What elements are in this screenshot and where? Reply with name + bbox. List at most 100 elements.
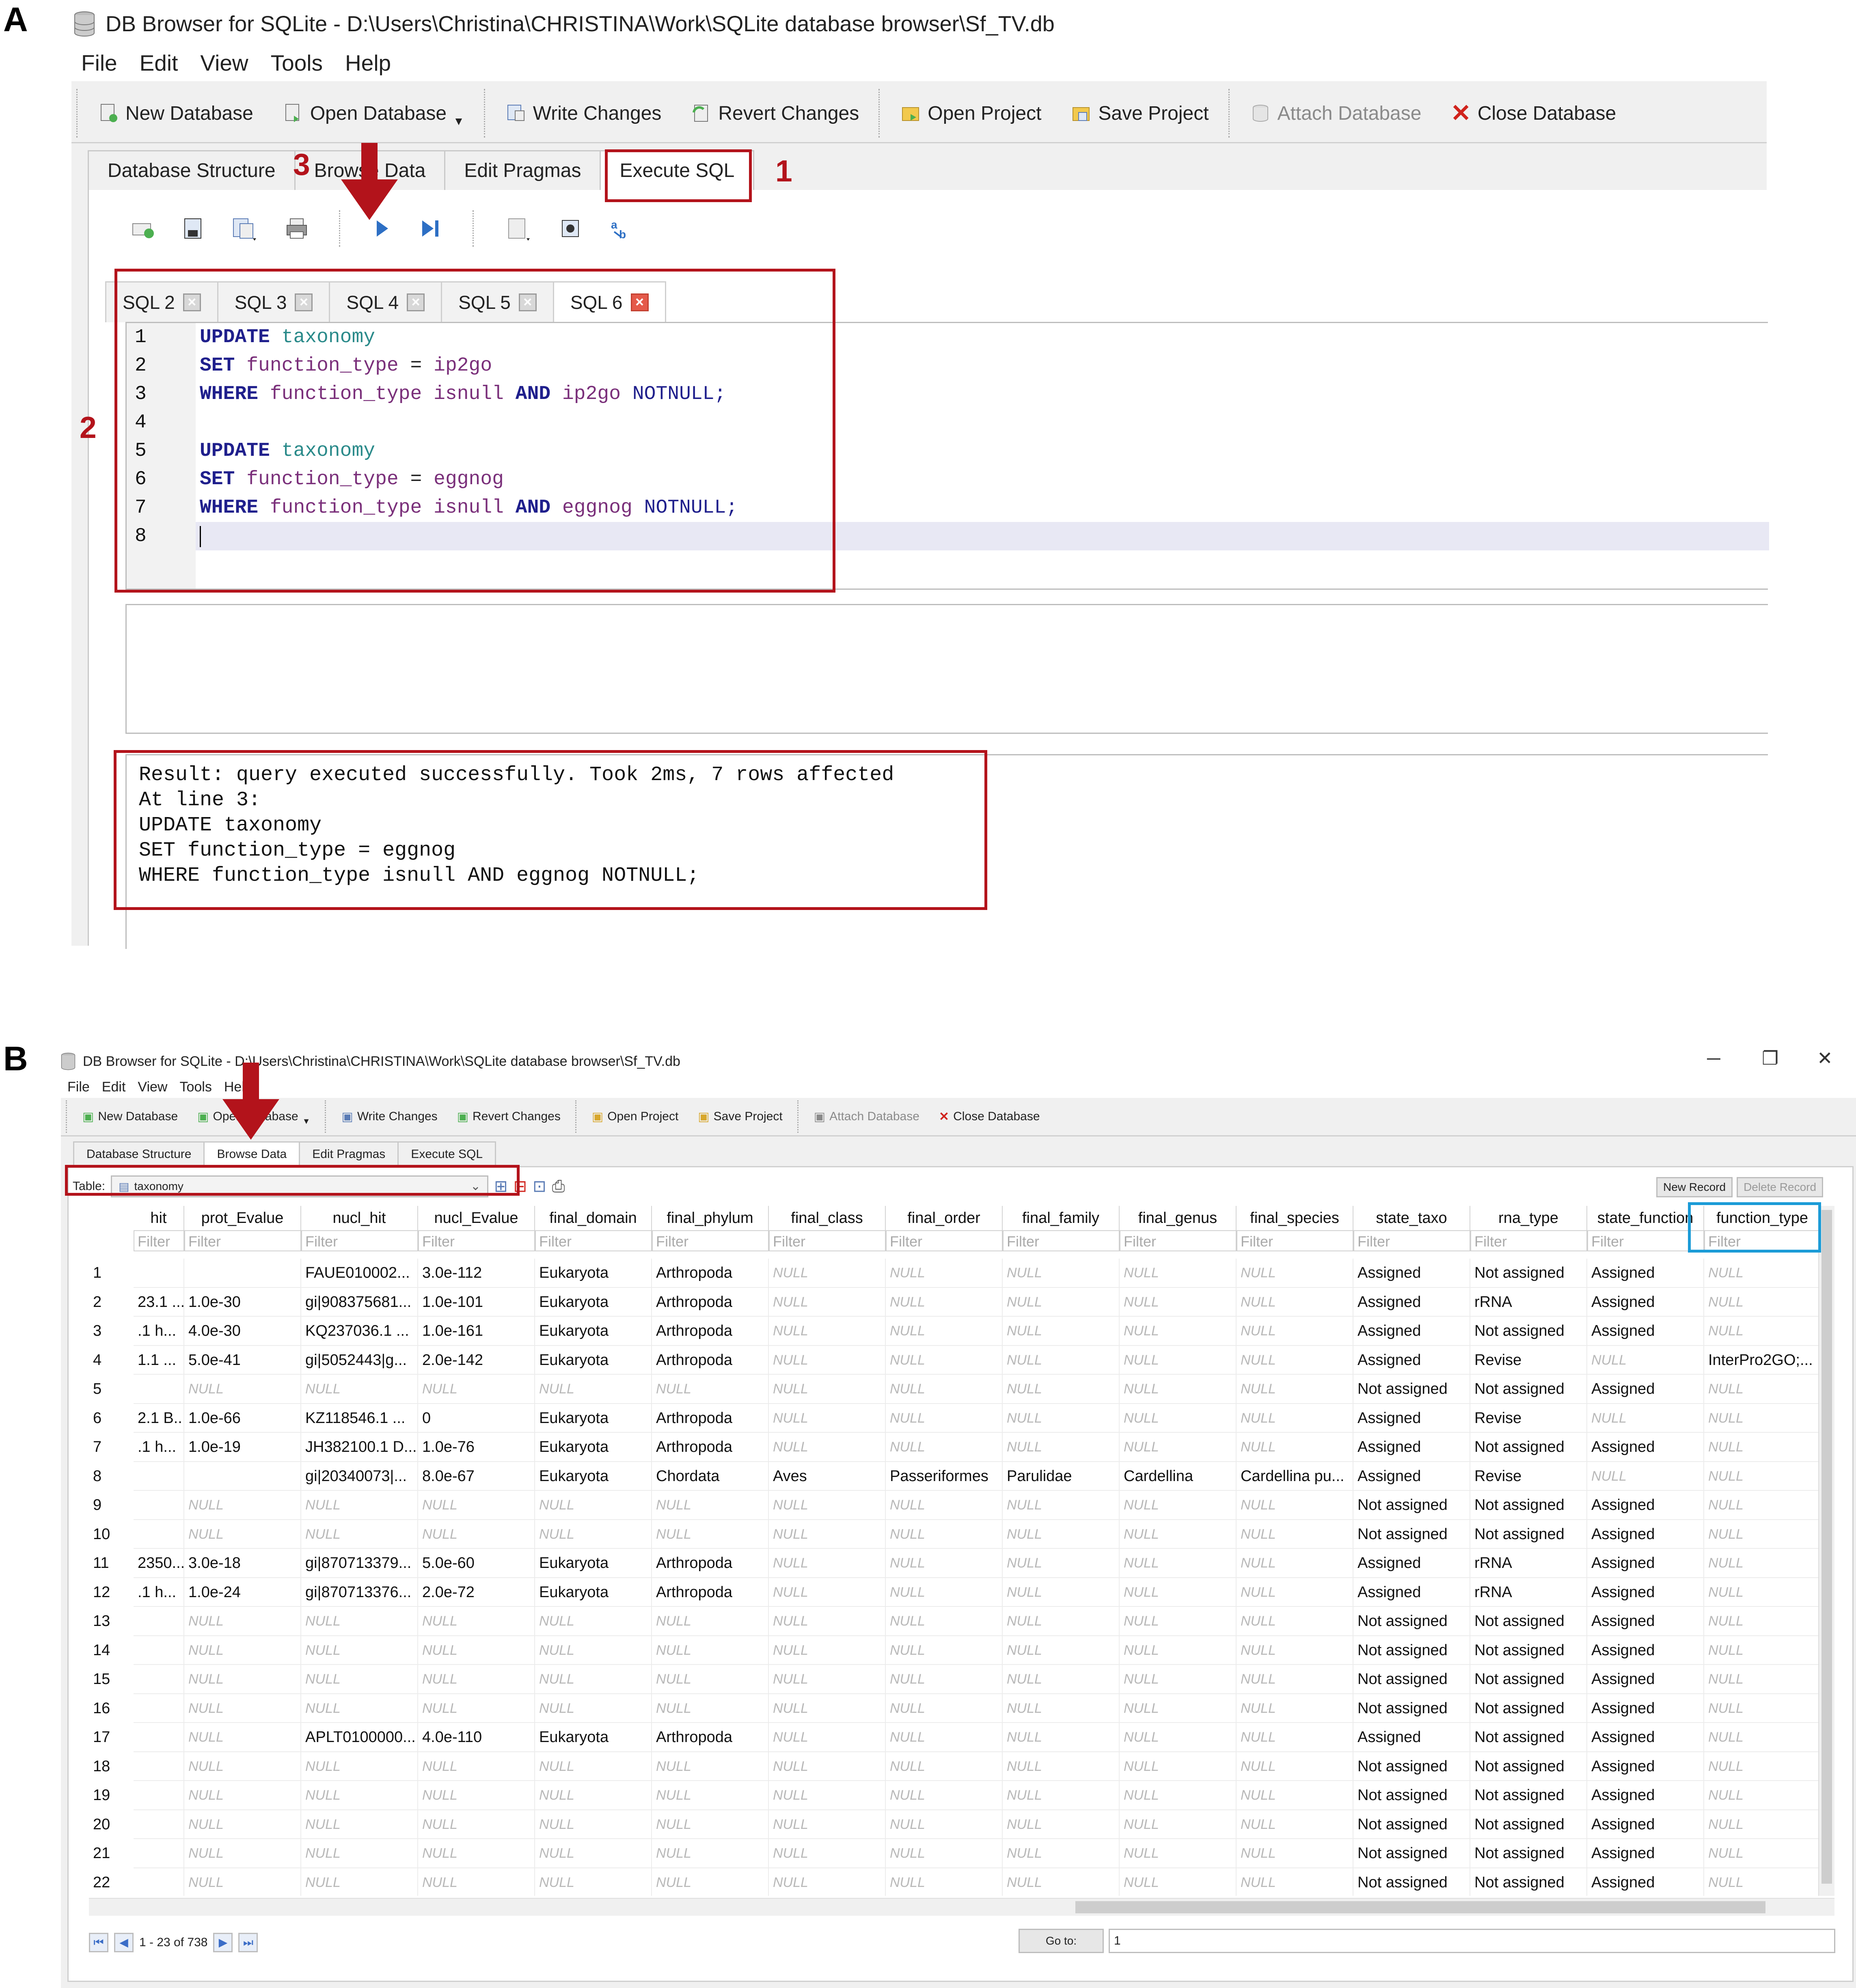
table-cell[interactable]: Arthropoda <box>652 1723 769 1752</box>
attach-database-button[interactable]: Attach Database <box>1235 91 1436 136</box>
table-cell[interactable]: NULL <box>1120 1404 1237 1433</box>
table-cell[interactable]: Cardellina <box>1120 1462 1237 1491</box>
revert-changes-button[interactable]: ▣ Revert Changes <box>447 1100 570 1133</box>
find-icon[interactable] <box>557 216 583 241</box>
table-cell[interactable]: Eukaryota <box>535 1549 652 1578</box>
table-cell[interactable]: NULL <box>1237 1259 1353 1288</box>
tab-database-structure[interactable]: Database Structure <box>88 150 296 190</box>
table-cell[interactable]: NULL <box>418 1839 535 1868</box>
table-cell[interactable] <box>134 1462 184 1491</box>
table-cell[interactable]: gi|20340073|... <box>301 1462 418 1491</box>
table-cell[interactable]: NULL <box>301 1839 418 1868</box>
table-cell[interactable]: Cardellina pu... <box>1237 1462 1353 1491</box>
row-number[interactable]: 3 <box>89 1317 134 1346</box>
table-cell[interactable]: NULL <box>1704 1462 1821 1491</box>
table-cell[interactable]: NULL <box>1237 1520 1353 1549</box>
table-cell[interactable]: Assigned <box>1353 1287 1470 1317</box>
table-cell[interactable]: NULL <box>1237 1287 1353 1317</box>
table-cell[interactable]: NULL <box>886 1868 1003 1896</box>
table-cell[interactable]: NULL <box>1120 1665 1237 1694</box>
table-cell[interactable]: NULL <box>1003 1345 1120 1375</box>
table-cell[interactable]: Passeriformes <box>886 1462 1003 1491</box>
filter-input[interactable]: Filter <box>1470 1230 1587 1251</box>
table-cell[interactable] <box>134 1636 184 1665</box>
table-cell[interactable]: NULL <box>184 1752 301 1781</box>
row-number[interactable]: 22 <box>89 1868 134 1896</box>
table-cell[interactable]: NULL <box>652 1520 769 1549</box>
table-cell[interactable]: NULL <box>1704 1607 1821 1636</box>
filter-input[interactable]: Filter <box>1003 1230 1120 1251</box>
table-cell[interactable]: NULL <box>652 1868 769 1896</box>
table-cell[interactable]: NULL <box>535 1665 652 1694</box>
goto-input[interactable]: 1 <box>1109 1929 1835 1953</box>
table-cell[interactable] <box>134 1752 184 1781</box>
table-cell[interactable]: NULL <box>301 1781 418 1810</box>
table-cell[interactable]: Assigned <box>1587 1607 1704 1636</box>
table-cell[interactable]: NULL <box>652 1491 769 1520</box>
table-cell[interactable]: Not assigned <box>1353 1665 1470 1694</box>
data-grid[interactable]: hit Filter prot_Evalue Filter nucl_hit Filter… <box>89 1206 1834 1896</box>
table-cell[interactable]: Not assigned <box>1470 1636 1587 1665</box>
table-cell[interactable]: Assigned <box>1587 1520 1704 1549</box>
table-cell[interactable]: Arthropoda <box>652 1345 769 1375</box>
table-cell[interactable]: NULL <box>1704 1868 1821 1896</box>
filter-input[interactable]: Filter <box>535 1230 652 1251</box>
table-cell[interactable]: NULL <box>1120 1317 1237 1346</box>
table-cell[interactable]: gi|5052443|g... <box>301 1345 418 1375</box>
table-cell[interactable]: NULL <box>301 1636 418 1665</box>
table-cell[interactable]: NULL <box>769 1607 886 1636</box>
table-cell[interactable]: 2.0e-72 <box>418 1578 535 1607</box>
table-cell[interactable]: NULL <box>769 1433 886 1462</box>
table-cell[interactable]: NULL <box>184 1607 301 1636</box>
table-cell[interactable]: NULL <box>769 1752 886 1781</box>
table-cell[interactable] <box>134 1723 184 1752</box>
table-cell[interactable]: NULL <box>1003 1317 1120 1346</box>
table-cell[interactable]: NULL <box>1704 1781 1821 1810</box>
save-sql-file-icon[interactable] <box>230 214 259 243</box>
table-cell[interactable] <box>134 1810 184 1839</box>
table-cell[interactable]: NULL <box>1587 1462 1704 1491</box>
table-cell[interactable]: NULL <box>184 1868 301 1896</box>
table-cell[interactable]: NULL <box>769 1549 886 1578</box>
table-cell[interactable]: NULL <box>1120 1287 1237 1317</box>
row-number[interactable]: 16 <box>89 1694 134 1723</box>
table-cell[interactable]: NULL <box>769 1665 886 1694</box>
table-cell[interactable]: Assigned <box>1353 1345 1470 1375</box>
table-cell[interactable]: 3.0e-112 <box>418 1259 535 1288</box>
table-cell[interactable]: NULL <box>886 1752 1003 1781</box>
table-cell[interactable]: gi|870713379... <box>301 1549 418 1578</box>
table-cell[interactable]: NULL <box>1003 1578 1120 1607</box>
menu-file[interactable]: File <box>67 1079 90 1095</box>
table-cell[interactable]: Assigned <box>1587 1287 1704 1317</box>
table-cell[interactable]: Arthropoda <box>652 1259 769 1288</box>
table-cell[interactable] <box>134 1694 184 1723</box>
maximize-button[interactable]: ❐ <box>1762 1047 1778 1069</box>
table-cell[interactable]: 5.0e-60 <box>418 1549 535 1578</box>
table-cell[interactable]: NULL <box>1003 1810 1120 1839</box>
table-cell[interactable]: Not assigned <box>1470 1433 1587 1462</box>
table-cell[interactable]: Not assigned <box>1470 1781 1587 1810</box>
row-number[interactable]: 5 <box>89 1375 134 1404</box>
table-cell[interactable]: NULL <box>1120 1607 1237 1636</box>
table-cell[interactable]: NULL <box>184 1665 301 1694</box>
table-cell[interactable]: NULL <box>1237 1345 1353 1375</box>
table-cell[interactable]: NULL <box>769 1810 886 1839</box>
table-cell[interactable]: Assigned <box>1353 1723 1470 1752</box>
table-cell[interactable]: NULL <box>1003 1665 1120 1694</box>
table-cell[interactable]: Not assigned <box>1470 1259 1587 1288</box>
filter-input[interactable]: Filter <box>1353 1230 1470 1251</box>
filter-input[interactable]: Filter <box>134 1230 184 1251</box>
table-cell[interactable] <box>184 1259 301 1288</box>
new-record-button[interactable]: New Record <box>1656 1177 1733 1197</box>
table-cell[interactable]: Not assigned <box>1353 1694 1470 1723</box>
table-cell[interactable]: Assigned <box>1587 1868 1704 1896</box>
table-cell[interactable]: Not assigned <box>1470 1752 1587 1781</box>
table-cell[interactable]: rRNA <box>1470 1578 1587 1607</box>
table-cell[interactable]: NULL <box>886 1375 1003 1404</box>
close-database-button[interactable]: ✕ Close Database <box>1436 91 1631 136</box>
save-results-icon[interactable] <box>504 214 533 243</box>
table-cell[interactable]: NULL <box>1704 1723 1821 1752</box>
table-cell[interactable]: NULL <box>886 1433 1003 1462</box>
table-cell[interactable]: NULL <box>418 1636 535 1665</box>
row-number[interactable]: 19 <box>89 1781 134 1810</box>
